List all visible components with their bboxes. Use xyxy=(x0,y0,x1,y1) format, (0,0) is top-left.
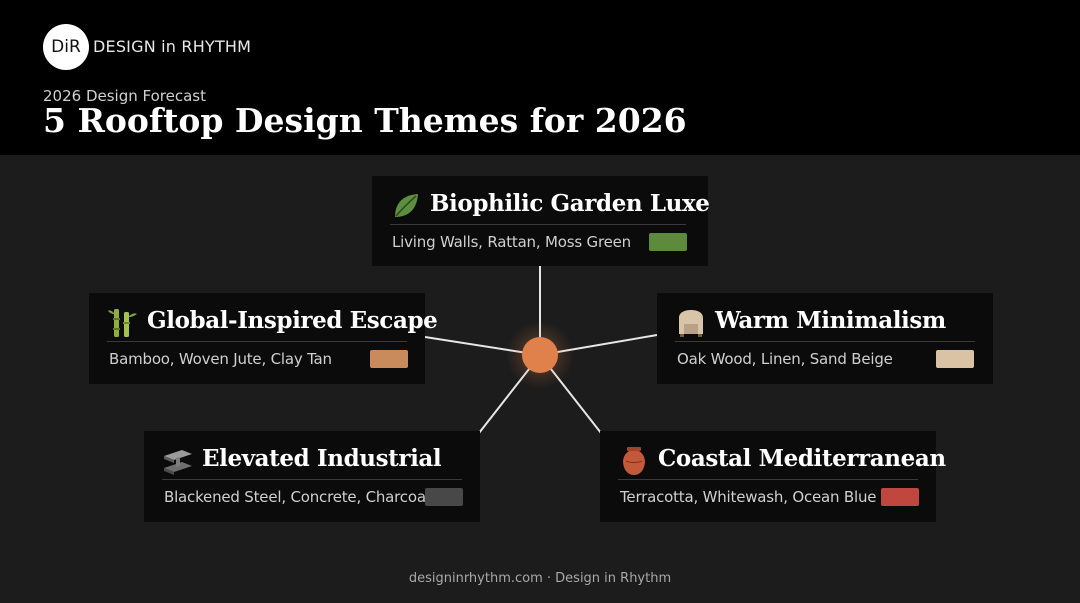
divider xyxy=(107,341,407,342)
color-swatch xyxy=(649,233,687,251)
color-swatch xyxy=(881,488,919,506)
divider xyxy=(162,479,462,480)
theme-materials: Living Walls, Rattan, Moss Green xyxy=(392,233,631,251)
theme-name: Elevated Industrial xyxy=(202,445,442,472)
bamboo-icon xyxy=(107,307,139,339)
color-swatch xyxy=(936,350,974,368)
divider xyxy=(675,341,975,342)
theme-card-warm-minimalism[interactable]: Warm Minimalism Oak Wood, Linen, Sand Be… xyxy=(657,293,993,384)
clay-pot-icon xyxy=(618,445,650,477)
theme-name: Biophilic Garden Luxe xyxy=(430,190,710,217)
theme-card-global-inspired-escape[interactable]: Global-Inspired Escape Bamboo, Woven Jut… xyxy=(89,293,438,384)
theme-materials: Blackened Steel, Concrete, Charcoal xyxy=(164,488,430,506)
divider xyxy=(390,224,686,225)
theme-card-elevated-industrial[interactable]: Elevated Industrial Blackened Steel, Con… xyxy=(144,431,480,522)
theme-materials: Oak Wood, Linen, Sand Beige xyxy=(677,350,893,368)
leaf-icon xyxy=(390,190,422,222)
theme-name: Global-Inspired Escape xyxy=(147,307,438,334)
hub-node xyxy=(522,337,558,373)
divider xyxy=(618,479,918,480)
theme-card-biophilic-garden-luxe[interactable]: Biophilic Garden Luxe Living Walls, Ratt… xyxy=(372,176,710,266)
theme-card-coastal-mediterranean[interactable]: Coastal Mediterranean Terracotta, Whitew… xyxy=(600,431,946,522)
steel-beam-icon xyxy=(162,445,194,477)
armchair-icon xyxy=(675,307,707,339)
color-swatch xyxy=(370,350,408,368)
theme-materials: Bamboo, Woven Jute, Clay Tan xyxy=(109,350,332,368)
theme-name: Coastal Mediterranean xyxy=(658,445,946,472)
footer-credit[interactable]: designinrhythm.com · Design in Rhythm xyxy=(0,571,1080,586)
theme-materials: Terracotta, Whitewash, Ocean Blue xyxy=(620,488,877,506)
theme-name: Warm Minimalism xyxy=(715,307,946,334)
color-swatch xyxy=(425,488,463,506)
